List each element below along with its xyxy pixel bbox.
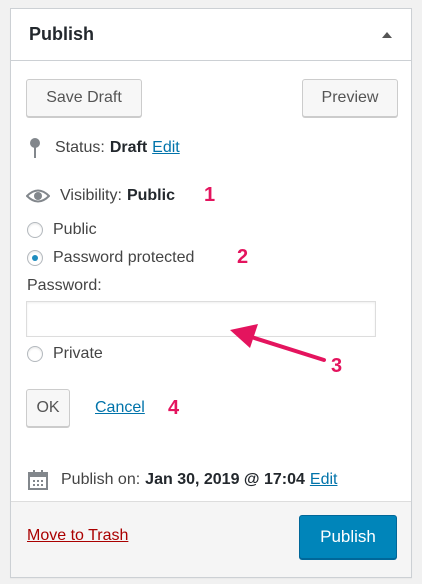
annotation-arrow-icon <box>230 324 326 362</box>
annotation-2: 2 <box>237 246 249 268</box>
eye-icon <box>26 188 50 204</box>
public-label: Public <box>53 221 97 238</box>
publish-button[interactable]: Publish <box>299 515 397 559</box>
password-protected-label: Password protected <box>53 249 195 266</box>
password-label-row: Password: <box>27 277 102 295</box>
publish-panel: Publish Save Draft Preview Status: Draft… <box>10 8 412 578</box>
calendar-icon <box>27 469 49 491</box>
status-edit-link[interactable]: Edit <box>152 139 180 157</box>
collapse-arrow-icon[interactable] <box>379 27 395 43</box>
panel-footer: Move to Trash Publish <box>11 501 411 577</box>
panel-title: Publish <box>29 24 95 44</box>
private-radio[interactable] <box>27 346 43 362</box>
ok-button[interactable]: OK <box>26 389 70 427</box>
schedule-row: Publish on: Jan 30, 2019 @ 17:04 Edit <box>27 469 337 491</box>
schedule-value: Jan 30, 2019 @ 17:04 <box>145 471 305 488</box>
annotation-1: 1 <box>204 184 216 206</box>
schedule-label: Publish on: <box>61 471 141 488</box>
visibility-row: Visibility: Public <box>26 187 175 205</box>
password-protected-radio[interactable] <box>27 250 43 266</box>
panel-header: Publish <box>11 9 411 61</box>
visibility-option-private[interactable]: Private <box>27 345 103 363</box>
status-value: Draft <box>109 139 148 156</box>
preview-button[interactable]: Preview <box>302 79 398 117</box>
annotation-4: 4 <box>168 397 180 419</box>
visibility-value: Public <box>126 187 175 204</box>
pin-icon <box>29 137 41 159</box>
cancel-link[interactable]: Cancel <box>95 399 145 417</box>
visibility-option-password[interactable]: Password protected <box>27 249 194 267</box>
status-label: Status: <box>55 139 105 156</box>
schedule-edit-link[interactable]: Edit <box>310 471 338 489</box>
annotation-3: 3 <box>331 355 343 377</box>
private-label: Private <box>53 345 103 362</box>
public-radio[interactable] <box>27 222 43 238</box>
save-draft-button[interactable]: Save Draft <box>26 79 142 117</box>
move-to-trash-link[interactable]: Move to Trash <box>27 527 128 545</box>
visibility-label: Visibility: <box>60 187 122 204</box>
password-label: Password: <box>27 277 102 294</box>
status-row: Status: Draft Edit <box>29 137 180 159</box>
visibility-option-public[interactable]: Public <box>27 221 97 239</box>
